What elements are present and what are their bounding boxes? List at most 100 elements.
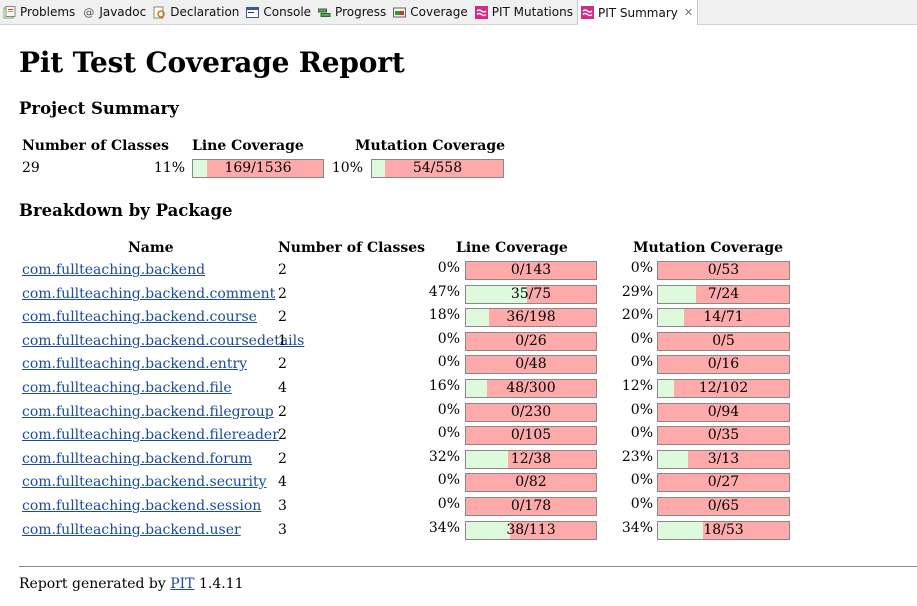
tab-javadoc-label: Javadoc (99, 5, 147, 19)
tab-console[interactable]: Console (243, 0, 315, 24)
package-link[interactable]: com.fullteaching.backend.user (22, 522, 241, 538)
tab-problems-label: Problems (20, 5, 76, 19)
package-line-pct: 0% (437, 496, 460, 512)
package-link[interactable]: com.fullteaching.backend.forum (22, 451, 252, 467)
package-link[interactable]: com.fullteaching.backend.security (22, 474, 267, 490)
close-icon[interactable]: ✕ (684, 6, 693, 19)
package-classes: 2 (278, 309, 287, 325)
line-coverage-text: 12/38 (510, 451, 552, 467)
line-coverage-text: 0/105 (510, 427, 552, 443)
mutation-coverage-text: 7/24 (707, 286, 740, 302)
problems-icon (3, 5, 16, 19)
tab-pit-mutations[interactable]: PIT Mutations (472, 0, 577, 24)
summary-line-coverage-bar: 169/1536 (192, 159, 324, 178)
package-line-pct: 0% (437, 425, 460, 441)
summary-mutation-coverage-bar: 54/558 (371, 159, 504, 178)
package-line-pct: 18% (428, 307, 460, 323)
mutation-coverage-text: 0/53 (707, 262, 740, 278)
tab-coverage[interactable]: Coverage (390, 0, 472, 24)
package-link[interactable]: com.fullteaching.backend.filereader (22, 427, 279, 443)
package-mutation-pct: 0% (630, 260, 653, 276)
tab-problems[interactable]: Problems (0, 0, 79, 24)
line-coverage-bar: 0/143 (465, 261, 597, 280)
summary-classes-value: 29 (22, 160, 40, 176)
package-line-pct: 0% (437, 260, 460, 276)
line-coverage-bar: 36/198 (465, 308, 597, 327)
view-tab-bar: Problems @ Javadoc Declaration Console P… (0, 0, 917, 25)
tab-console-label: Console (263, 5, 312, 19)
package-mutation-pct: 0% (630, 496, 653, 512)
line-coverage-bar: 48/300 (465, 379, 597, 398)
line-coverage-bar: 0/82 (465, 473, 597, 492)
package-classes: 2 (278, 262, 287, 278)
tab-pit-summary-label: PIT Summary (597, 5, 678, 20)
mutation-coverage-text: 0/5 (712, 333, 735, 349)
line-coverage-text: 48/300 (506, 380, 556, 396)
line-coverage-bar: 12/38 (465, 450, 597, 469)
package-link[interactable]: com.fullteaching.backend.filegroup (22, 404, 274, 420)
summary-header-line: Line Coverage (192, 138, 304, 154)
summary-mutation-pct: 10% (331, 160, 363, 176)
package-link[interactable]: com.fullteaching.backend.entry (22, 356, 247, 372)
javadoc-icon: @ (83, 5, 95, 19)
package-classes: 3 (278, 522, 287, 538)
tab-progress[interactable]: Progress (315, 0, 390, 24)
tab-declaration[interactable]: Declaration (150, 0, 243, 24)
package-link[interactable]: com.fullteaching.backend.course (22, 309, 257, 325)
line-coverage-text: 0/230 (510, 404, 552, 420)
mutation-coverage-text: 0/16 (707, 356, 740, 372)
package-mutation-pct: 20% (621, 307, 653, 323)
mutation-coverage-bar: 0/65 (657, 497, 790, 516)
footer-version: 1.4.11 (194, 576, 244, 592)
package-header-mutation: Mutation Coverage (633, 240, 784, 256)
line-coverage-text: 36/198 (506, 309, 556, 325)
mutation-coverage-bar: 3/13 (657, 450, 790, 469)
package-link[interactable]: com.fullteaching.backend.coursedetails (22, 333, 304, 349)
pit-link[interactable]: PIT (170, 576, 194, 592)
package-mutation-pct: 0% (630, 425, 653, 441)
package-line-pct: 32% (428, 449, 460, 465)
summary-header-classes: Number of Classes (22, 138, 170, 154)
mutation-coverage-text: 14/71 (703, 309, 744, 325)
mutation-coverage-bar: 0/16 (657, 355, 790, 374)
package-classes: 4 (278, 474, 287, 490)
mutation-coverage-text: 3/13 (707, 451, 740, 467)
mutation-coverage-bar: 0/94 (657, 403, 790, 422)
line-coverage-text: 0/178 (510, 498, 552, 514)
package-mutation-pct: 0% (630, 402, 653, 418)
package-line-pct: 34% (428, 520, 460, 536)
mutation-coverage-text: 0/65 (707, 498, 740, 514)
line-coverage-text: 0/82 (515, 474, 547, 490)
mutation-coverage-text: 0/94 (707, 404, 740, 420)
tab-javadoc[interactable]: @ Javadoc (79, 0, 150, 24)
mutation-coverage-bar: 14/71 (657, 308, 790, 327)
package-header-line: Line Coverage (456, 240, 568, 256)
package-classes: 2 (278, 427, 287, 443)
package-link[interactable]: com.fullteaching.backend.file (22, 380, 232, 396)
package-mutation-pct: 0% (630, 354, 653, 370)
package-link[interactable]: com.fullteaching.backend (22, 262, 205, 278)
line-coverage-text: 0/143 (510, 262, 552, 278)
package-line-pct: 0% (437, 402, 460, 418)
tab-coverage-label: Coverage (410, 5, 468, 19)
package-header-classes: Number of Classes (278, 240, 426, 256)
line-coverage-bar: 0/26 (465, 332, 597, 351)
page-title: Pit Test Coverage Report (19, 46, 405, 79)
mutation-coverage-text: 0/35 (707, 427, 740, 443)
summary-header-mutation: Mutation Coverage (355, 138, 506, 154)
line-coverage-bar: 0/230 (465, 403, 597, 422)
console-icon (246, 6, 260, 19)
summary-line-pct: 11% (153, 160, 185, 176)
coverage-icon (393, 6, 407, 19)
package-line-pct: 0% (437, 472, 460, 488)
package-link[interactable]: com.fullteaching.backend.comment (22, 286, 275, 302)
progress-icon (318, 6, 331, 19)
tab-progress-label: Progress (335, 5, 387, 19)
package-line-pct: 0% (437, 331, 460, 347)
package-mutation-pct: 34% (621, 520, 653, 536)
tab-pit-summary[interactable]: PIT Summary ✕ (576, 0, 699, 25)
line-coverage-text: 35/75 (510, 286, 552, 302)
package-mutation-pct: 23% (621, 449, 653, 465)
mutation-coverage-text: 12/102 (698, 380, 749, 396)
package-link[interactable]: com.fullteaching.backend.session (22, 498, 261, 514)
